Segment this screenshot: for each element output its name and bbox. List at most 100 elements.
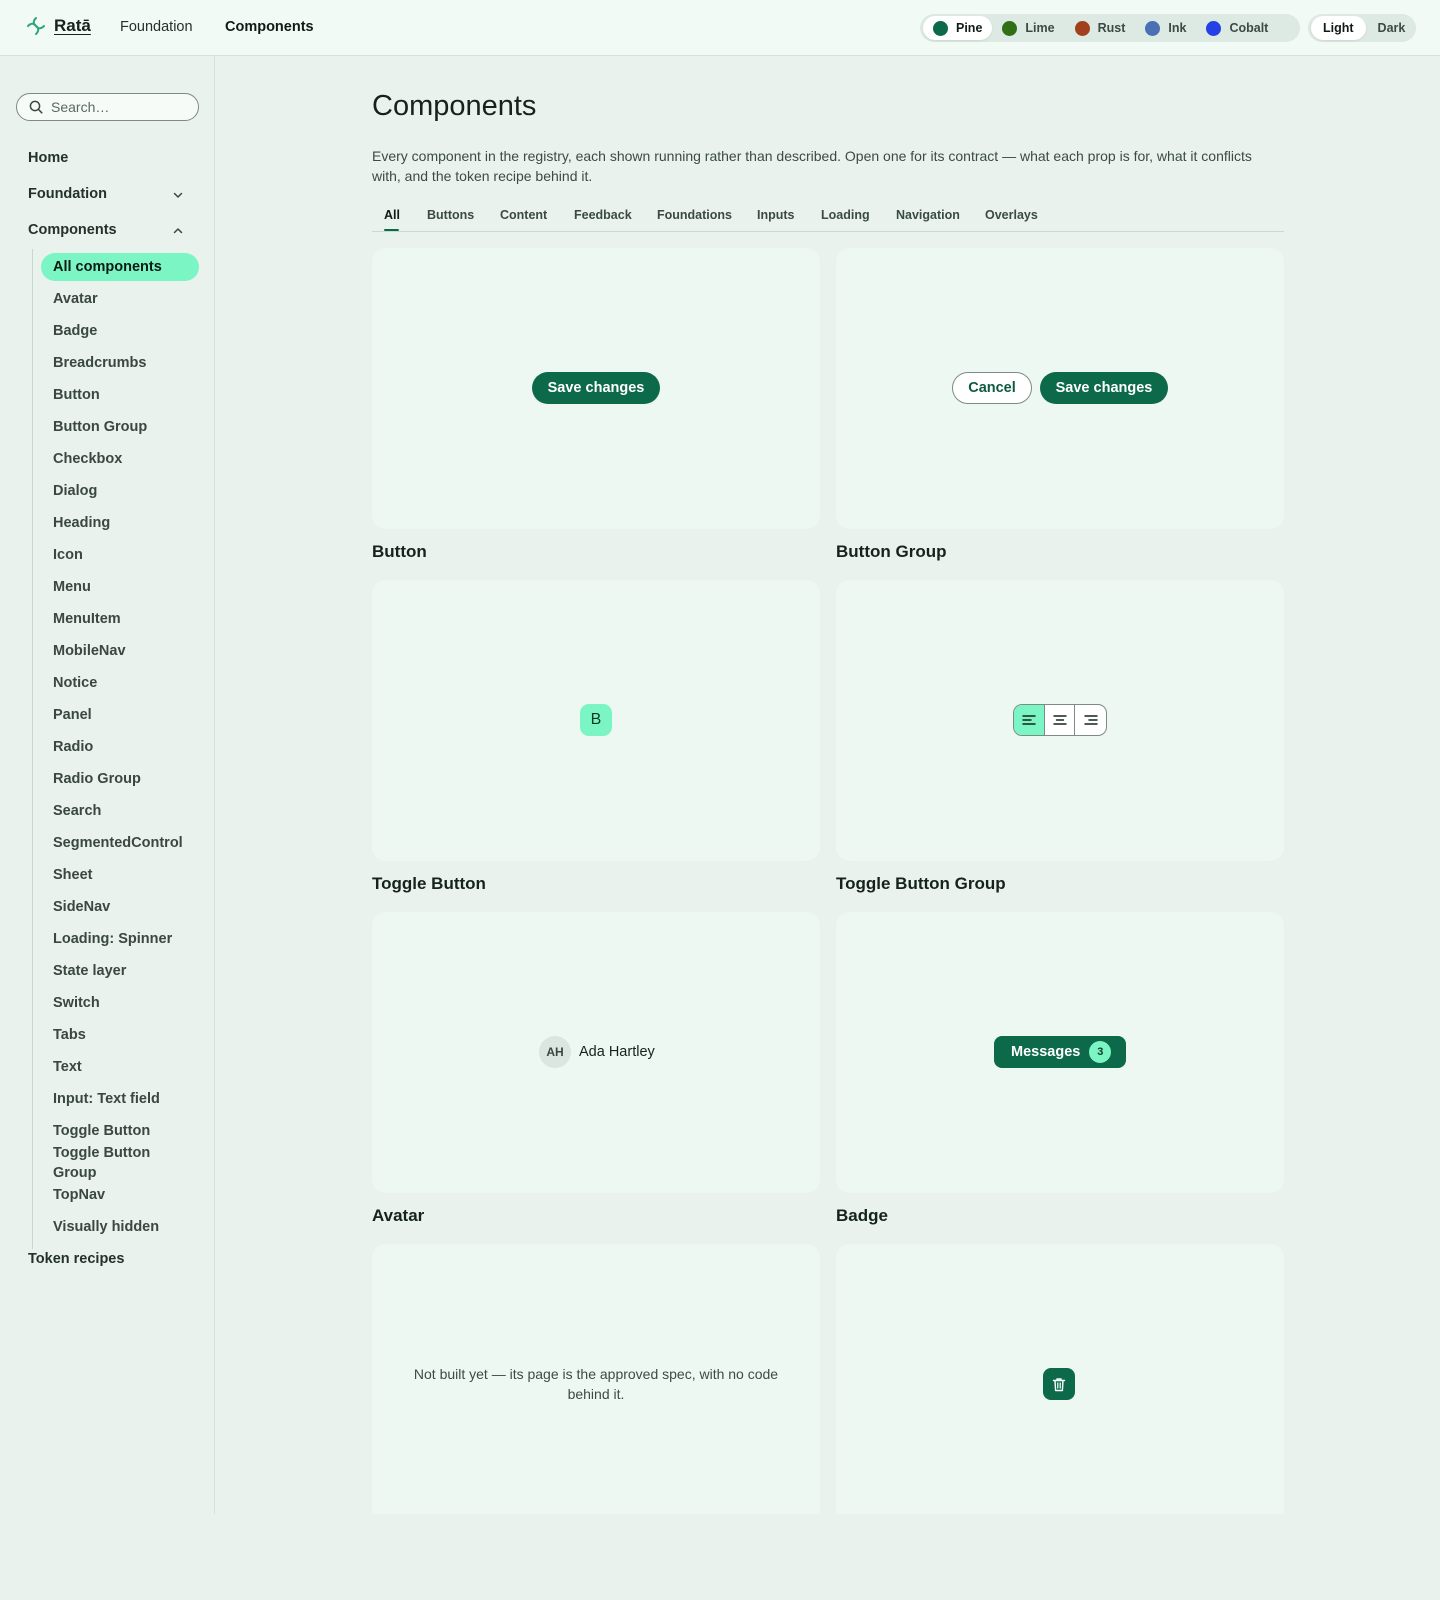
- sidebar-item-menu[interactable]: Menu: [53, 577, 91, 597]
- demo-toggle-bold-button[interactable]: B: [580, 704, 612, 736]
- sidebar-item-all-components[interactable]: All components: [41, 253, 199, 281]
- sidebar-item-dialog[interactable]: Dialog: [53, 481, 97, 501]
- align-left-button[interactable]: [1014, 705, 1045, 735]
- sidebar-item-button-group[interactable]: Button Group: [53, 417, 147, 437]
- palette-label: Ink: [1168, 21, 1187, 35]
- tab-navigation[interactable]: Navigation: [896, 208, 960, 222]
- tab-all[interactable]: All: [384, 208, 400, 222]
- topnav-link-foundation[interactable]: Foundation: [120, 19, 193, 35]
- sidebar-item-checkbox[interactable]: Checkbox: [53, 449, 122, 469]
- sidebar-item-state-layer[interactable]: State layer: [53, 961, 126, 981]
- sidebar-item-panel[interactable]: Panel: [53, 705, 92, 725]
- not-built-message: Not built yet — its page is the approved…: [413, 1366, 779, 1402]
- tab-inputs[interactable]: Inputs: [757, 208, 795, 222]
- sidebar-item-sidenav[interactable]: SideNav: [53, 897, 110, 917]
- sidebar-item-icon[interactable]: Icon: [53, 545, 83, 565]
- component-card-toggle-button-group[interactable]: [836, 580, 1284, 861]
- tab-overlays[interactable]: Overlays: [985, 208, 1038, 222]
- sidebar-item-badge[interactable]: Badge: [53, 321, 97, 341]
- demo-delete-icon-button[interactable]: [1043, 1368, 1075, 1400]
- align-right-icon: [1083, 715, 1098, 725]
- search-icon: [29, 100, 43, 114]
- demo-cancel-button[interactable]: Cancel: [952, 372, 1032, 404]
- mode-option-dark[interactable]: Dark: [1366, 16, 1418, 40]
- component-card-breadcrumbs[interactable]: Not built yet — its page is the approved…: [372, 1244, 820, 1514]
- palette-switcher: Pine Lime Rust Ink Cobalt: [920, 14, 1300, 42]
- card-title-badge[interactable]: Badge: [836, 1206, 888, 1226]
- sidebar-item-mobilenav[interactable]: MobileNav: [53, 641, 126, 661]
- sidebar-item-tabs[interactable]: Tabs: [53, 1025, 86, 1045]
- top-nav: Ratā Foundation Components Pine Lime Rus…: [0, 0, 1440, 56]
- mode-option-light[interactable]: Light: [1311, 16, 1366, 40]
- chevron-down-icon[interactable]: [172, 189, 184, 201]
- card-title-button-group[interactable]: Button Group: [836, 542, 946, 562]
- sidebar-item-menuitem[interactable]: MenuItem: [53, 609, 121, 629]
- lime-swatch-icon: [1002, 20, 1018, 36]
- palette-option-rust[interactable]: Rust: [1065, 16, 1136, 40]
- sidebar-item-avatar[interactable]: Avatar: [53, 289, 98, 309]
- demo-save-button[interactable]: Save changes: [1040, 372, 1168, 404]
- palette-option-cobalt[interactable]: Cobalt: [1196, 16, 1278, 40]
- demo-messages-button[interactable]: Messages 3: [994, 1036, 1126, 1068]
- component-card-icon[interactable]: [836, 1244, 1284, 1514]
- palette-label: Rust: [1097, 21, 1126, 35]
- sidebar-item-visually-hidden[interactable]: Visually hidden: [53, 1217, 159, 1237]
- active-tab-indicator: [384, 229, 399, 231]
- brand-link[interactable]: Ratā: [26, 16, 91, 36]
- sidebar-item-search[interactable]: Search: [53, 801, 101, 821]
- align-right-button[interactable]: [1075, 705, 1106, 735]
- sidebar-item-radio-group[interactable]: Radio Group: [53, 769, 141, 789]
- category-tabs: All Buttons Content Feedback Foundations…: [372, 200, 1284, 232]
- tab-loading[interactable]: Loading: [821, 208, 870, 222]
- page-description: Every component in the registry, each sh…: [372, 148, 1252, 184]
- tab-buttons[interactable]: Buttons: [427, 208, 474, 222]
- chevron-up-icon[interactable]: [172, 225, 184, 237]
- tab-content[interactable]: Content: [500, 208, 547, 222]
- component-card-badge[interactable]: Messages 3: [836, 912, 1284, 1193]
- sidebar-item-topnav[interactable]: TopNav: [53, 1185, 105, 1205]
- palette-label: Pine: [956, 21, 983, 35]
- tab-feedback[interactable]: Feedback: [574, 208, 632, 222]
- ink-swatch-icon: [1145, 20, 1161, 36]
- card-title-toggle-button-group[interactable]: Toggle Button Group: [836, 874, 1006, 894]
- sidebar-item-segmentedcontrol[interactable]: SegmentedControl: [53, 833, 183, 853]
- sidebar-item-switch[interactable]: Switch: [53, 993, 100, 1013]
- palette-option-ink[interactable]: Ink: [1135, 16, 1196, 40]
- topnav-link-components[interactable]: Components: [225, 19, 314, 35]
- sidebar-item-heading[interactable]: Heading: [53, 513, 110, 533]
- sidebar-item-text-field[interactable]: Input: Text field: [53, 1089, 160, 1109]
- component-card-button-group[interactable]: Cancel Save changes: [836, 248, 1284, 529]
- demo-save-button[interactable]: Save changes: [532, 372, 660, 404]
- cobalt-swatch-icon: [1206, 20, 1222, 36]
- component-card-toggle-button[interactable]: B: [372, 580, 820, 861]
- demo-alignment-toggle-group: [1013, 704, 1107, 736]
- sidebar-item-toggle-button-group[interactable]: Toggle Button Group: [53, 1143, 163, 1183]
- side-nav: Search… Home Foundation Components All c…: [0, 56, 215, 1514]
- sidebar-item-radio[interactable]: Radio: [53, 737, 93, 757]
- sidebar-item-breadcrumbs[interactable]: Breadcrumbs: [53, 353, 146, 373]
- demo-avatar: AH: [539, 1036, 571, 1068]
- sidebar-item-components[interactable]: Components: [28, 222, 117, 238]
- sidebar-item-button[interactable]: Button: [53, 385, 100, 405]
- sidebar-item-sheet[interactable]: Sheet: [53, 865, 93, 885]
- component-card-avatar[interactable]: AH Ada Hartley: [372, 912, 820, 1193]
- tab-foundations[interactable]: Foundations: [657, 208, 732, 222]
- sidebar-item-token-recipes[interactable]: Token recipes: [28, 1251, 124, 1267]
- sidebar-item-toggle-button[interactable]: Toggle Button: [53, 1121, 150, 1141]
- palette-option-lime[interactable]: Lime: [992, 16, 1064, 40]
- card-title-button[interactable]: Button: [372, 542, 427, 562]
- palette-option-pine[interactable]: Pine: [923, 16, 993, 40]
- sidebar-item-home[interactable]: Home: [28, 150, 68, 166]
- palette-label: Cobalt: [1229, 21, 1269, 35]
- card-title-avatar[interactable]: Avatar: [372, 1206, 424, 1226]
- search-input[interactable]: Search…: [16, 93, 199, 121]
- card-title-toggle-button[interactable]: Toggle Button: [372, 874, 486, 894]
- component-card-button[interactable]: Save changes: [372, 248, 820, 529]
- sidebar-item-loading-spinner[interactable]: Loading: Spinner: [53, 929, 172, 949]
- sidebar-item-foundation[interactable]: Foundation: [28, 186, 107, 202]
- sidebar-item-text[interactable]: Text: [53, 1057, 82, 1077]
- sidebar-item-notice[interactable]: Notice: [53, 673, 97, 693]
- rust-swatch-icon: [1074, 20, 1090, 36]
- align-center-icon: [1052, 715, 1067, 725]
- align-center-button[interactable]: [1045, 705, 1076, 735]
